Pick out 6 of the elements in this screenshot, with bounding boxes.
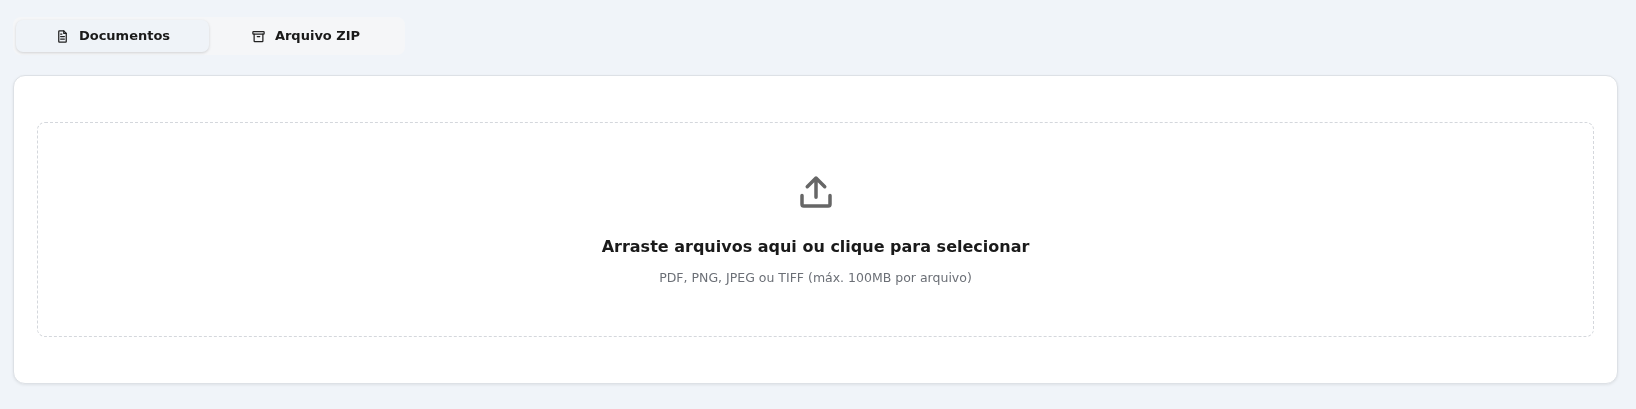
dropzone-hint: PDF, PNG, JPEG ou TIFF (máx. 100MB por arquivo) — [659, 269, 972, 288]
archive-box-icon — [250, 28, 266, 44]
tab[interactable]: Documentos — [16, 20, 209, 52]
dropzone-title: Arraste arquivos aqui ou clique para selecionar — [601, 236, 1030, 259]
dropzone[interactable]: Arraste arquivos aqui ou clique para selecionar PDF, PNG, JPEG ou TIFF (máx. 100MB por arquivo) — [37, 122, 1594, 337]
tab[interactable]: Arquivo ZIP — [209, 20, 402, 52]
